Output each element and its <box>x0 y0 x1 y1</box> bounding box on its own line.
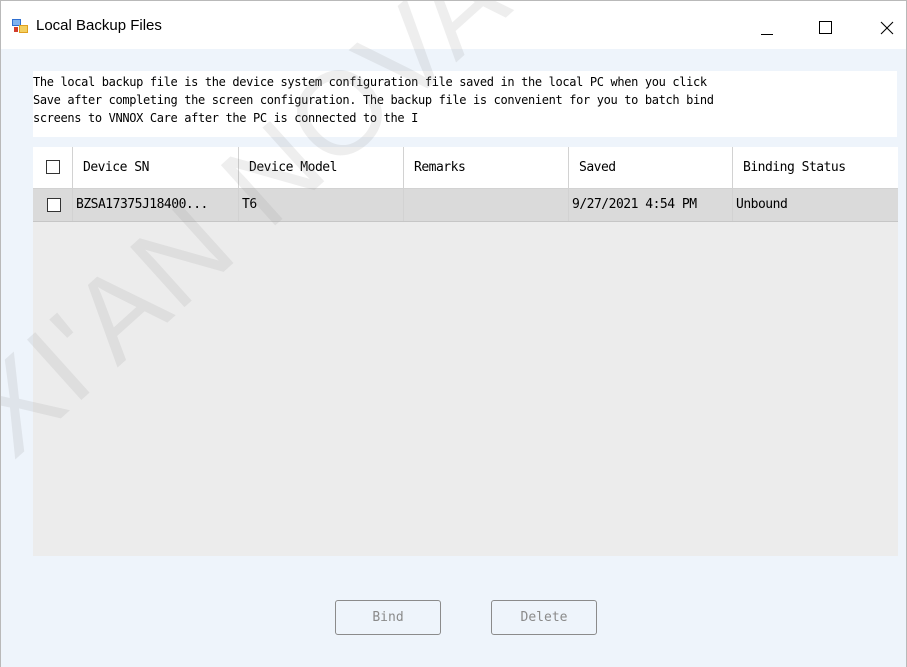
cell-device-sn[interactable]: BZSA17375J18400... <box>73 189 239 221</box>
maximize-icon <box>819 21 832 34</box>
delete-button[interactable]: Delete <box>491 600 597 635</box>
minimize-button[interactable] <box>743 1 789 49</box>
close-button[interactable] <box>855 1 901 49</box>
maximize-button[interactable] <box>793 1 839 49</box>
select-all-checkbox[interactable] <box>46 160 60 174</box>
header-device-model[interactable]: Device Model <box>239 147 404 188</box>
cell-saved[interactable]: 9/27/2021 4:54 PM <box>569 189 733 221</box>
window-title: Local Backup Files <box>36 17 162 34</box>
title-bar[interactable]: Local Backup Files <box>1 1 906 49</box>
table-row[interactable]: BZSA17375J18400... T6 9/27/2021 4:54 PM … <box>33 189 898 222</box>
header-select-all-cell[interactable] <box>33 147 73 188</box>
cell-device-model[interactable]: T6 <box>239 189 404 221</box>
row-checkbox[interactable] <box>47 198 61 212</box>
close-icon <box>880 21 894 35</box>
cell-binding-status[interactable]: Unbound <box>733 189 898 221</box>
row-select-cell[interactable] <box>33 189 73 221</box>
minimize-icon <box>761 34 773 35</box>
app-window-icon <box>12 19 28 33</box>
header-device-sn[interactable]: Device SN <box>73 147 239 188</box>
grid-header-row: Device SN Device Model Remarks Saved Bin… <box>33 147 898 189</box>
backup-files-grid[interactable]: Device SN Device Model Remarks Saved Bin… <box>33 147 898 556</box>
header-binding-status[interactable]: Binding Status <box>733 147 898 188</box>
bind-button[interactable]: Bind <box>335 600 441 635</box>
description-text: The local backup file is the device syst… <box>33 71 897 137</box>
local-backup-files-window: Local Backup Files The local backup file… <box>0 0 907 667</box>
header-remarks[interactable]: Remarks <box>404 147 569 188</box>
cell-remarks[interactable] <box>404 189 569 221</box>
header-saved[interactable]: Saved <box>569 147 733 188</box>
